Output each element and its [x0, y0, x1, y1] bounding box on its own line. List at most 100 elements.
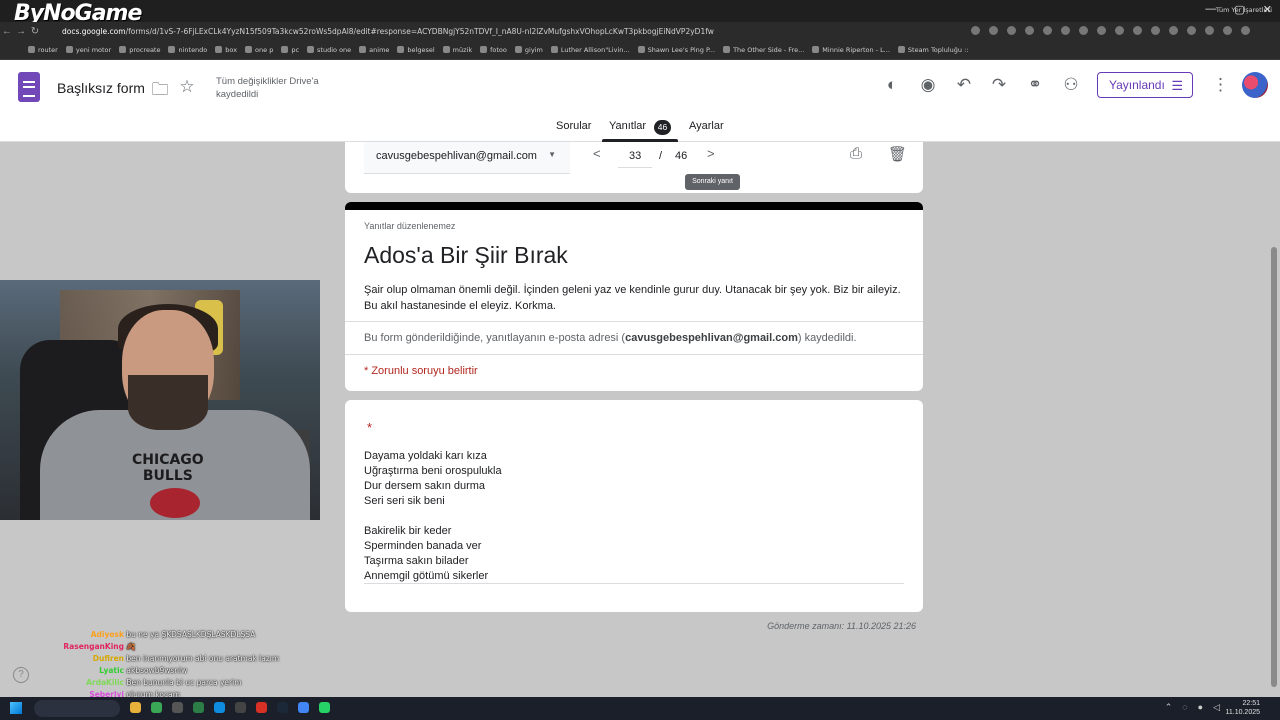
app-icon[interactable] [172, 702, 183, 713]
bookmark-item[interactable]: giyim [514, 46, 543, 54]
bookmark-item[interactable]: The Other Side - Fre... [723, 46, 804, 54]
more-vert-icon[interactable]: ⋮ [1212, 75, 1229, 95]
extension-icon[interactable] [1079, 26, 1088, 35]
scrollbar-thumb[interactable] [1271, 247, 1277, 687]
extension-icon[interactable] [1043, 26, 1052, 35]
preview-eye-icon[interactable]: ◉ [917, 75, 939, 95]
add-collaborator-icon[interactable]: ⚇ [1060, 75, 1082, 95]
extension-icons [971, 26, 1250, 35]
chat-text: 🍂 [126, 642, 136, 651]
file-explorer-icon[interactable] [130, 702, 141, 713]
folder-icon [245, 46, 253, 53]
tab-settings[interactable]: Ayarlar [689, 120, 724, 132]
folder-icon [812, 46, 820, 53]
app-icon[interactable] [235, 702, 246, 713]
folder-icon [307, 46, 315, 53]
minimize-icon[interactable]: — [1205, 3, 1216, 16]
bookmark-item[interactable]: one p [245, 46, 273, 54]
extension-icon[interactable] [1061, 26, 1070, 35]
bookmark-item[interactable]: pc [281, 46, 299, 54]
chat-username: Adiyosk [90, 630, 124, 639]
bookmark-label: belgesel [407, 45, 435, 54]
app-icon[interactable] [151, 702, 162, 713]
next-response-icon[interactable]: > [707, 146, 715, 161]
bookmark-item[interactable]: müzik [442, 46, 472, 54]
extension-icon[interactable] [1223, 26, 1232, 35]
folder-icon[interactable]: 🗀 [149, 77, 171, 106]
extension-icon[interactable] [1205, 26, 1214, 35]
bookmark-item[interactable]: Luther Allison"Livin... [550, 45, 630, 54]
tab-questions[interactable]: Sorular [556, 120, 591, 132]
previous-response-icon[interactable]: < [593, 146, 601, 161]
star-icon[interactable]: ☆ [176, 77, 198, 97]
taskbar-search[interactable] [34, 700, 120, 717]
extension-icon[interactable] [1151, 26, 1160, 35]
extension-icon[interactable] [1007, 26, 1016, 35]
bookmark-label: Steam Topluluğu :: [907, 45, 969, 54]
bookmark-item[interactable]: belgesel [397, 45, 435, 54]
page-scrollbar[interactable] [1268, 142, 1280, 697]
published-button[interactable]: Yayınlandı ☰ [1097, 72, 1193, 98]
start-icon[interactable] [10, 702, 22, 714]
bookmark-label: Shawn Lee's Ping P... [647, 45, 716, 54]
save-status: Tüm değişiklikler Drive'a kaydedildi [216, 76, 319, 100]
forward-icon[interactable]: → [14, 26, 28, 37]
current-response-number: 33 [629, 150, 642, 162]
bookmark-item[interactable]: nintendo [168, 46, 207, 54]
app-icon[interactable] [193, 702, 204, 713]
chat-username: RasenganKing [63, 642, 124, 651]
speaker-icon[interactable]: ◁ [1213, 702, 1220, 713]
bookmark-item[interactable]: Shawn Lee's Ping P... [637, 45, 716, 54]
bookmark-item[interactable]: router [28, 46, 58, 54]
bookmark-label: box [225, 45, 238, 54]
bookmark-item[interactable]: Steam Topluluğu :: [897, 45, 969, 54]
palette-icon[interactable]: ◐ [881, 75, 903, 95]
help-icon[interactable]: ? [13, 667, 29, 683]
chevron-up-icon[interactable]: ⌃ [1165, 702, 1173, 713]
folder-icon [281, 46, 289, 53]
extension-icon[interactable] [971, 26, 980, 35]
forms-logo-icon[interactable] [18, 72, 40, 102]
whatsapp-icon[interactable] [319, 702, 330, 713]
respondent-select[interactable]: cavusgebespehlivan@gmail.com ▼ [364, 142, 570, 174]
form-tabs: Sorular Yanıtlar 46 Ayarlar [0, 118, 1280, 142]
extension-icon[interactable] [1187, 26, 1196, 35]
bookmark-item[interactable]: studio one [307, 46, 351, 54]
extension-icon[interactable] [1115, 26, 1124, 35]
bookmark-item[interactable]: Minnie Riperton - L... [812, 46, 890, 54]
app-icon[interactable] [214, 702, 225, 713]
undo-icon[interactable]: ↶ [953, 75, 975, 95]
extension-icon[interactable] [1169, 26, 1178, 35]
app-icon[interactable] [256, 702, 267, 713]
network-icon[interactable]: ◌ [1182, 702, 1187, 713]
bookmark-item[interactable]: procreate [119, 46, 160, 54]
bookmark-item[interactable]: box [215, 46, 237, 54]
bookmark-item[interactable]: fotoo [480, 46, 507, 54]
link-icon[interactable]: ⚭ [1024, 75, 1046, 95]
extension-icon[interactable] [989, 26, 998, 35]
bookmark-label: procreate [129, 45, 161, 54]
chrome-icon[interactable] [298, 702, 309, 713]
bookmark-label: Luther Allison"Livin... [560, 45, 630, 54]
tab-responses[interactable]: Yanıtlar [609, 120, 646, 132]
microphone-icon[interactable]: ● [1198, 702, 1203, 713]
taskbar-clock[interactable]: 22:51 11.10.2025 [1225, 699, 1260, 717]
steam-icon[interactable] [277, 702, 288, 713]
folder-icon [550, 46, 558, 53]
print-icon[interactable]: ⎙ [850, 145, 862, 162]
redo-icon[interactable]: ↷ [988, 75, 1010, 95]
bookmark-item[interactable]: yeni motor [65, 46, 111, 54]
reload-icon[interactable]: ↻ [28, 26, 42, 37]
delete-icon[interactable]: 🗑 [888, 145, 907, 163]
address-bar: ← → ↻ docs.google.com/forms/d/1vS-7-6FjL… [0, 22, 1280, 40]
extension-icon[interactable] [1133, 26, 1142, 35]
all-bookmarks[interactable]: Tüm Yer İşaretleri [1216, 6, 1272, 14]
avatar[interactable] [1242, 72, 1268, 98]
extension-icon[interactable] [1241, 26, 1250, 35]
extension-icon[interactable] [1097, 26, 1106, 35]
url-field[interactable]: docs.google.com/forms/d/1vS-7-6FjLExCLk4… [62, 27, 962, 36]
bookmark-item[interactable]: anime [359, 46, 389, 54]
extension-icon[interactable] [1025, 26, 1034, 35]
doc-title[interactable]: Başlıksız form [57, 80, 145, 96]
back-icon[interactable]: ← [0, 26, 14, 37]
